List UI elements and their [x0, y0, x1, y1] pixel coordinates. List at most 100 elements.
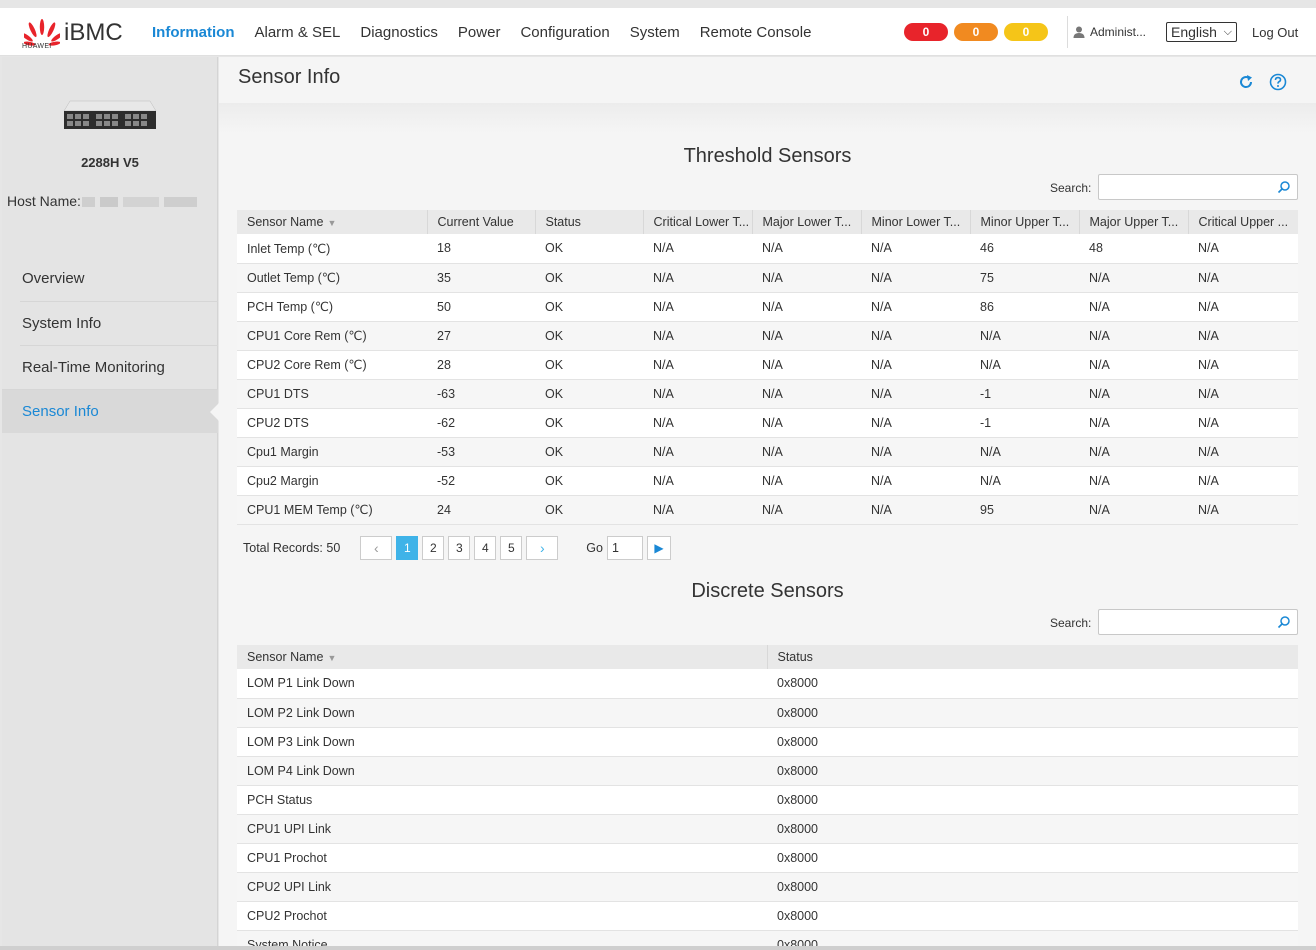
table-cell: N/A	[1188, 379, 1298, 409]
nav-configuration[interactable]: Configuration	[520, 24, 609, 41]
discrete-search-input[interactable]	[1098, 609, 1298, 635]
table-cell: Cpu2 Margin	[237, 466, 427, 496]
table-cell: N/A	[1188, 234, 1298, 264]
table-cell: 95	[970, 495, 1079, 525]
table-cell: 50	[427, 292, 535, 322]
go-label: Go	[586, 541, 603, 555]
table-cell: N/A	[1188, 292, 1298, 322]
nav-power[interactable]: Power	[458, 24, 501, 41]
table-cell: N/A	[861, 292, 970, 322]
table-cell: N/A	[752, 466, 861, 496]
table-cell: N/A	[752, 350, 861, 380]
table-cell: 35	[427, 263, 535, 293]
help-icon[interactable]	[1269, 73, 1287, 91]
table-cell: Outlet Temp (℃)	[237, 263, 427, 293]
table-row: LOM P3 Link Down 0x8000	[237, 727, 1298, 757]
nav-system[interactable]: System	[630, 24, 680, 41]
table-cell: N/A	[861, 408, 970, 438]
major-alarm-badge[interactable]: 0	[954, 23, 998, 41]
critical-alarm-badge[interactable]: 0	[904, 23, 948, 41]
table-cell: CPU2 Prochot	[237, 901, 767, 931]
table-cell: LOM P2 Link Down	[237, 698, 767, 728]
table-cell: N/A	[643, 408, 752, 438]
column-header[interactable]: Sensor Name ▼	[237, 210, 428, 234]
go-page-input[interactable]: 1	[606, 536, 643, 560]
sidebar-item-sensor-info[interactable]: Sensor Info	[2, 389, 219, 433]
table-cell: 28	[427, 350, 535, 380]
table-cell: N/A	[1079, 379, 1188, 409]
prev-page-button[interactable]: ‹	[360, 536, 393, 560]
column-header: Status	[535, 210, 644, 234]
language-value: English	[1171, 24, 1217, 40]
search-icon[interactable]	[1277, 180, 1291, 194]
page-button[interactable]: 4	[474, 536, 497, 560]
column-header: Current Value	[427, 210, 536, 234]
chevron-down-icon: ⌵	[1223, 26, 1232, 38]
title-divider	[219, 103, 1316, 133]
column-header: Status	[767, 645, 1298, 669]
table-cell: OK	[535, 350, 643, 380]
nav-alarm-sel[interactable]: Alarm & SEL	[255, 24, 341, 41]
user-menu[interactable]: Administ...	[1073, 25, 1146, 39]
table-cell: OK	[535, 466, 643, 496]
column-header[interactable]: Sensor Name ▼	[237, 645, 768, 669]
table-cell: -63	[427, 379, 535, 409]
table-cell: 0x8000	[767, 727, 1298, 757]
table-cell: N/A	[752, 292, 861, 322]
nav-remote-console[interactable]: Remote Console	[700, 24, 812, 41]
threshold-search-input[interactable]	[1098, 174, 1298, 200]
brand-title: iBMC	[64, 19, 123, 46]
threshold-sensors-table: Sensor Name ▼ Current Value Status Critic…	[237, 210, 1298, 525]
discrete-sensors-table: Sensor Name ▼ Status LOM P1 Link Down 0x80…	[237, 645, 1298, 950]
search-icon[interactable]	[1277, 615, 1291, 629]
table-row: Cpu2 Margin -52 OK N/A N/A N/A N/A N/A N/A	[237, 466, 1298, 496]
table-cell: N/A	[1079, 321, 1188, 351]
sidebar: 2288H V5 Host Name: Overview System Info…	[2, 57, 219, 946]
page-button[interactable]: 2	[422, 536, 445, 560]
table-cell: -52	[427, 466, 535, 496]
sidebar-item-system-info[interactable]: System Info	[20, 301, 218, 345]
table-cell: 46	[970, 234, 1079, 264]
refresh-icon[interactable]	[1237, 73, 1255, 91]
sidebar-item-overview[interactable]: Overview	[20, 257, 218, 301]
table-cell: LOM P1 Link Down	[237, 669, 767, 699]
table-cell: N/A	[752, 263, 861, 293]
table-cell: N/A	[1079, 263, 1188, 293]
next-page-button[interactable]: ›	[526, 536, 559, 560]
table-cell: 0x8000	[767, 872, 1298, 902]
sidebar-menu: Overview System Info Real-Time Monitorin…	[2, 257, 219, 433]
table-cell: N/A	[643, 466, 752, 496]
table-cell: N/A	[970, 437, 1079, 467]
page-button[interactable]: 3	[448, 536, 471, 560]
table-cell: N/A	[970, 321, 1079, 351]
user-icon	[1073, 26, 1085, 38]
nav-information[interactable]: Information	[152, 24, 235, 41]
nav-diagnostics[interactable]: Diagnostics	[360, 24, 438, 41]
page-button[interactable]: 1	[396, 536, 419, 560]
table-cell: N/A	[1079, 350, 1188, 380]
table-row: CPU2 Core Rem (℃) 28 OK N/A N/A N/A N/A N/A N/A	[237, 350, 1298, 380]
logout-link[interactable]: Log Out	[1252, 25, 1298, 40]
table-row: CPU1 Core Rem (℃) 27 OK N/A N/A N/A N/A N/A N/A	[237, 321, 1298, 351]
sort-down-icon[interactable]: ▼	[327, 218, 336, 228]
sidebar-item-real-time-monitoring[interactable]: Real-Time Monitoring	[20, 345, 218, 389]
table-cell: LOM P4 Link Down	[237, 756, 767, 786]
language-select[interactable]: English ⌵	[1166, 22, 1237, 42]
discrete-sensors-title: Discrete Sensors	[691, 580, 844, 602]
table-row: PCH Temp (℃) 50 OK N/A N/A N/A 86 N/A N/A	[237, 292, 1298, 322]
table-cell: N/A	[970, 350, 1079, 380]
column-header: Critical Lower T...	[643, 210, 753, 234]
total-records: Total Records: 50	[243, 541, 341, 555]
horizontal-scrollbar[interactable]	[0, 946, 1316, 950]
table-cell: N/A	[752, 437, 861, 467]
server-image	[63, 100, 157, 129]
minor-alarm-badge[interactable]: 0	[1004, 23, 1048, 41]
table-row: LOM P4 Link Down 0x8000	[237, 756, 1298, 786]
page-button[interactable]: 5	[500, 536, 523, 560]
table-cell: N/A	[1079, 408, 1188, 438]
go-button[interactable]: ▶	[646, 536, 671, 560]
table-row: Outlet Temp (℃) 35 OK N/A N/A N/A 75 N/A N/A	[237, 263, 1298, 293]
sort-down-icon[interactable]: ▼	[327, 653, 336, 663]
table-cell: N/A	[643, 379, 752, 409]
server-model: 2288H V5	[81, 155, 139, 170]
